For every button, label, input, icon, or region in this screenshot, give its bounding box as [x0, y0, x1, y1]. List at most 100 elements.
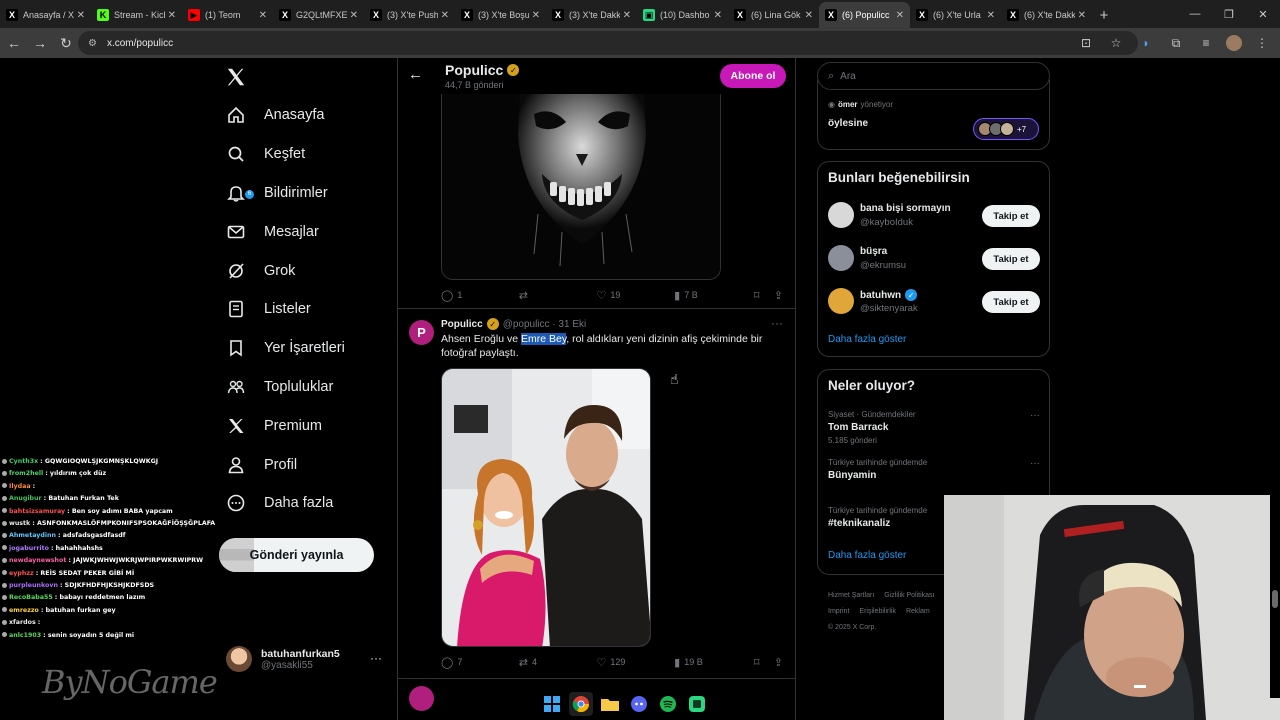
sidebar-item-x-premium[interactable]: Premium [219, 406, 394, 445]
extensions-puzzle-icon[interactable]: ⧉ [1166, 33, 1186, 53]
like-button[interactable]: ♡ 129 [596, 656, 674, 669]
spaces-listeners[interactable]: +7 [973, 118, 1039, 140]
sidebar-item-bell[interactable]: 6 Bildirimler [219, 174, 394, 213]
browser-tab[interactable]: X (6) X'te Dakk ✕ [1001, 2, 1092, 28]
sidebar-item-profile[interactable]: Profil [219, 445, 394, 484]
footer-link[interactable]: Reklam [906, 608, 930, 615]
minimize-icon[interactable]: — [1178, 0, 1212, 28]
tab-close-icon[interactable]: ✕ [987, 10, 995, 21]
browser-tab[interactable]: X (6) X'te Urla ✕ [910, 2, 1001, 28]
avatar[interactable] [828, 245, 854, 271]
tab-close-icon[interactable]: ✕ [441, 10, 449, 21]
browser-profile-avatar[interactable] [1226, 35, 1242, 51]
show-more-link[interactable]: Daha fazla göster [828, 550, 906, 561]
tab-close-icon[interactable]: ✕ [168, 10, 176, 21]
windows-start-icon[interactable] [540, 692, 564, 716]
more-icon[interactable]: ··· [771, 316, 783, 330]
browser-tab[interactable]: X Anasayfa / X ✕ [0, 2, 91, 28]
tab-close-icon[interactable]: ✕ [77, 10, 85, 21]
browser-tab[interactable]: X (3) X'te Push ✕ [364, 2, 455, 28]
tab-close-icon[interactable]: ✕ [805, 10, 813, 21]
account-switcher[interactable]: batuhanfurkan5 @yasakli55 ··· [226, 643, 386, 675]
reload-icon[interactable]: ↻ [54, 31, 78, 55]
x-logo[interactable] [225, 66, 247, 88]
show-more-link[interactable]: Daha fazla göster [828, 334, 906, 345]
like-button[interactable]: ♡ 19 [596, 289, 674, 302]
tweet-image-mask[interactable] [441, 94, 721, 280]
browser-tab[interactable]: X G2QLtMFXE ✕ [273, 2, 364, 28]
site-info-icon[interactable]: ⚙ [88, 38, 97, 49]
follow-button[interactable]: Takip et [982, 205, 1040, 227]
sidebar-item-home[interactable]: Anasayfa [219, 96, 394, 135]
follow-button[interactable]: Takip et [982, 248, 1040, 270]
sidebar-item-grok[interactable]: Grok [219, 251, 394, 290]
back-arrow-icon[interactable]: ← [408, 66, 423, 83]
post-button[interactable]: Gönderi yayınla [219, 538, 374, 572]
tab-close-icon[interactable]: ✕ [714, 10, 722, 21]
trend-item[interactable]: Siyaset · Gündemdekiler Tom Barrack 5.185 … [828, 410, 1040, 445]
tab-close-icon[interactable]: ✕ [623, 10, 631, 21]
avatar[interactable]: P [409, 320, 434, 345]
avatar[interactable] [828, 202, 854, 228]
suggestion-row[interactable]: büşra @ekrumsu Takip et [828, 243, 1040, 275]
browser-tab[interactable]: K Stream - Kick ✕ [91, 2, 182, 28]
sidebar-item-communities[interactable]: Topluluklar [219, 368, 394, 407]
sidebar-item-list[interactable]: Listeler [219, 290, 394, 329]
browser-tab[interactable]: ▶ (1) Teom ✕ [182, 2, 273, 28]
views-button[interactable]: ▮ 19 B [674, 656, 754, 669]
extension-icon[interactable]: ◗ [1136, 33, 1156, 53]
suggestion-row[interactable]: bana bişi sormayın @kayboIduk Takip et [828, 200, 1040, 232]
tab-close-icon[interactable]: ✕ [350, 10, 358, 21]
repost-button[interactable]: ⇄ 4 [519, 656, 597, 669]
spaces-card[interactable]: ◉ ömer yönetiyor öylesine +7 [817, 80, 1050, 150]
reply-button[interactable]: ◯ 7 [441, 656, 519, 669]
bookmark-star-icon[interactable]: ☆ [1106, 33, 1126, 53]
footer-link[interactable]: © 2025 X Corp. [828, 624, 876, 631]
restore-icon[interactable]: ❐ [1212, 0, 1246, 28]
chrome-icon[interactable] [569, 692, 593, 716]
reply-button[interactable]: ◯ 1 [441, 289, 519, 302]
tweet-author[interactable]: Populicc [441, 319, 483, 330]
footer-link[interactable]: Gizlilik Politikası [884, 592, 934, 599]
sidebar-item-bookmark[interactable]: Yer İşaretleri [219, 329, 394, 368]
new-tab-button[interactable]: + [1092, 2, 1116, 28]
subscribe-button[interactable]: Abone ol [720, 64, 786, 88]
browser-tab[interactable]: ▣ (10) Dashbo ✕ [637, 2, 728, 28]
suggestion-row[interactable]: batuhwn ✓ @siktenyarak Takip et [828, 286, 1040, 318]
footer-link[interactable]: Hizmet Şartları [828, 592, 874, 599]
browser-tab[interactable]: X (3) X'te Dakk ✕ [546, 2, 637, 28]
scrollbar-thumb[interactable] [1272, 590, 1278, 608]
sidebar-item-search[interactable]: Keşfet [219, 135, 394, 174]
browser-menu-icon[interactable]: ⋮ [1252, 33, 1272, 53]
follow-button[interactable]: Takip et [982, 291, 1040, 313]
sidebar-item-more-circle[interactable]: Daha fazla [219, 484, 394, 523]
views-button[interactable]: ▮ 7 B [674, 289, 754, 302]
dashboard-app-icon[interactable] [685, 692, 709, 716]
close-window-icon[interactable]: ✕ [1246, 0, 1280, 28]
bookmark-button[interactable]: ⌑ [754, 289, 774, 302]
tab-close-icon[interactable]: ✕ [1078, 10, 1086, 21]
avatar[interactable] [409, 686, 434, 711]
discord-icon[interactable] [627, 692, 651, 716]
browser-tab[interactable]: X (6) Populicc ✕ [819, 2, 910, 28]
spotify-icon[interactable] [656, 692, 680, 716]
tab-close-icon[interactable]: ✕ [896, 10, 904, 21]
back-icon[interactable]: ← [2, 31, 26, 55]
reading-list-icon[interactable]: ≡ [1196, 33, 1216, 53]
tab-close-icon[interactable]: ✕ [532, 10, 540, 21]
browser-tab[interactable]: X (6) Lina Gök ✕ [728, 2, 819, 28]
install-app-icon[interactable]: ⊡ [1076, 33, 1096, 53]
footer-link[interactable]: Erişilebilirlik [859, 608, 896, 615]
more-icon[interactable]: ··· [1030, 410, 1040, 421]
tweet-image-photo[interactable] [441, 368, 651, 647]
more-icon[interactable]: ··· [1030, 458, 1040, 469]
browser-tab[interactable]: X (3) X'te Boşu ✕ [455, 2, 546, 28]
tweet-handle-time[interactable]: @populicc · 31 Eki [503, 319, 587, 330]
share-button[interactable]: ⇪ [774, 656, 787, 669]
sidebar-item-mail[interactable]: Mesajlar [219, 212, 394, 251]
forward-icon[interactable]: → [28, 31, 52, 55]
bookmark-button[interactable]: ⌑ [754, 656, 774, 669]
more-icon[interactable]: ··· [370, 651, 382, 665]
repost-button[interactable]: ⇄ [519, 289, 597, 302]
footer-link[interactable]: Imprint [828, 608, 849, 615]
